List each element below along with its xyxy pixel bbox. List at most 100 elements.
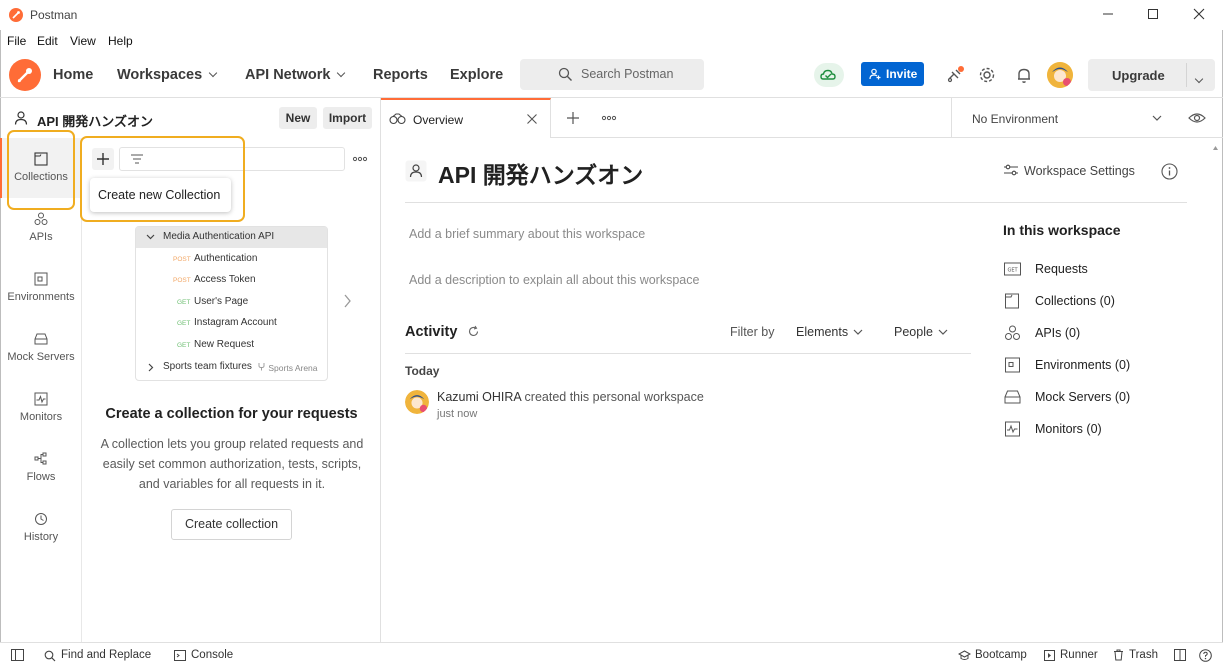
- description-field[interactable]: Add a description to explain all about t…: [409, 273, 699, 287]
- runner-button[interactable]: Runner: [1060, 649, 1098, 661]
- empty-state-title: Create a collection for your requests: [105, 406, 358, 422]
- illustration-request-row: GET Instagram Account: [136, 313, 327, 334]
- illustration-folder-name: Sports team fixtures: [163, 361, 252, 372]
- maximize-button[interactable]: [1130, 4, 1176, 26]
- elements-filter-dropdown[interactable]: Elements: [796, 325, 863, 339]
- notification-bell-icon[interactable]: [1014, 65, 1034, 85]
- menu-help[interactable]: Help: [108, 34, 133, 48]
- method-badge: POST: [173, 256, 191, 263]
- environment-selector[interactable]: No Environment: [951, 98, 1171, 138]
- sidebar-item-history[interactable]: History: [0, 512, 82, 543]
- nav-home[interactable]: Home: [53, 67, 93, 83]
- create-collection-button[interactable]: Create collection: [171, 509, 292, 540]
- folder-badge-label: Sports Arena: [268, 363, 318, 373]
- two-pane-view-icon[interactable]: [1174, 649, 1186, 661]
- console-button[interactable]: Console: [191, 649, 233, 661]
- add-user-icon: [869, 68, 881, 80]
- sidebar-label-environments: Environments: [7, 291, 75, 303]
- info-icon[interactable]: [1161, 163, 1178, 180]
- tab-overview[interactable]: Overview: [381, 98, 551, 138]
- collection-icon: [1005, 293, 1019, 309]
- sidebar-label-history: History: [23, 531, 59, 543]
- activity-time: just now: [437, 408, 478, 420]
- user-icon: [14, 111, 28, 125]
- sidebar-item-monitors[interactable]: Monitors: [0, 392, 82, 423]
- illustration-request-row: GET User's Page: [136, 292, 327, 313]
- request-icon: GET: [1004, 262, 1021, 276]
- runner-icon: [1044, 650, 1055, 661]
- search-bar[interactable]: Search Postman: [520, 59, 704, 90]
- vertical-scrollbar[interactable]: [1212, 140, 1219, 640]
- nav-explore[interactable]: Explore: [450, 67, 503, 83]
- close-tab-icon[interactable]: [526, 113, 538, 125]
- help-icon[interactable]: [1199, 649, 1212, 662]
- summary-field[interactable]: Add a brief summary about this workspace: [409, 227, 645, 241]
- trash-button[interactable]: Trash: [1129, 649, 1158, 661]
- chevron-right-icon: [148, 363, 154, 372]
- nav-workspaces-label: Workspaces: [117, 67, 203, 83]
- empty-state-description: A collection lets you group related requ…: [100, 437, 364, 491]
- new-button[interactable]: New: [279, 107, 317, 129]
- upgrade-chevron-down-icon[interactable]: [1194, 74, 1204, 84]
- bootcamp-icon: [958, 650, 971, 660]
- tab-overview-label: Overview: [413, 113, 464, 127]
- upgrade-button[interactable]: Upgrade: [1088, 59, 1215, 91]
- user-avatar[interactable]: [1047, 62, 1073, 88]
- tab-more-options-icon[interactable]: [601, 114, 617, 122]
- in-workspace-heading: In this workspace: [1003, 222, 1121, 238]
- toggle-sidebar-icon[interactable]: [11, 649, 24, 661]
- workspace-item-label: Environments (0): [1035, 358, 1131, 372]
- environment-quick-look-eye-icon[interactable]: [1188, 111, 1206, 125]
- invite-button[interactable]: Invite: [861, 62, 924, 86]
- workspace-item-label: APIs (0): [1035, 326, 1081, 340]
- menu-edit[interactable]: Edit: [37, 34, 58, 48]
- illustration-folder-row: Sports team fixtures Sports Arena: [136, 357, 327, 378]
- minimize-button[interactable]: [1085, 4, 1131, 26]
- new-tab-plus-icon[interactable]: [566, 111, 580, 125]
- sidebar-item-mock-servers[interactable]: Mock Servers: [0, 332, 82, 363]
- sidebar-item-environments[interactable]: Environments: [0, 272, 82, 303]
- workspace-item-label: Monitors (0): [1035, 422, 1102, 436]
- people-filter-dropdown[interactable]: People: [894, 325, 948, 339]
- settings-gear-icon[interactable]: [977, 65, 997, 85]
- illustration-collection-row: Media Authentication API: [136, 227, 327, 248]
- search-icon: [558, 67, 572, 81]
- illustration-request-row: POST Authentication: [136, 249, 327, 270]
- highlight-new-collection: [80, 136, 245, 222]
- request-name: Authentication: [194, 253, 258, 264]
- nav-reports[interactable]: Reports: [373, 67, 428, 83]
- workspace-name[interactable]: API 開発ハンズオン: [37, 111, 153, 130]
- bootcamp-button[interactable]: Bootcamp: [975, 649, 1027, 661]
- workspace-overview-icon: [389, 113, 406, 125]
- workspace-title[interactable]: API 開発ハンズオン: [438, 156, 643, 190]
- search-placeholder: Search Postman: [581, 67, 674, 81]
- activity-heading: Activity: [405, 324, 458, 340]
- nav-workspaces[interactable]: Workspaces: [117, 67, 218, 83]
- chevron-right-icon[interactable]: [343, 294, 352, 308]
- activity-user[interactable]: Kazumi OHIRA: [437, 390, 521, 404]
- workspace-user-icon: [405, 160, 427, 182]
- sidebar-item-apis[interactable]: APIs: [0, 212, 82, 243]
- method-badge: GET: [177, 320, 191, 327]
- sidebar-item-flows[interactable]: Flows: [0, 452, 82, 483]
- workspace-settings-button[interactable]: Workspace Settings: [1003, 163, 1135, 178]
- chevron-down-icon: [853, 329, 863, 335]
- sidebar-label-monitors: Monitors: [19, 411, 63, 423]
- import-button[interactable]: Import: [323, 107, 372, 129]
- close-window-button[interactable]: [1176, 4, 1222, 26]
- title-bar: Postman: [0, 0, 1223, 30]
- nav-api-network[interactable]: API Network: [245, 67, 346, 83]
- sync-status-icon[interactable]: [814, 63, 844, 87]
- postman-logo-icon[interactable]: [9, 59, 41, 91]
- mock-server-icon: [1004, 390, 1021, 404]
- satellite-icon[interactable]: [943, 63, 967, 87]
- more-options-icon[interactable]: [352, 152, 368, 166]
- header-divider: [405, 202, 1187, 203]
- refresh-icon[interactable]: [467, 325, 480, 338]
- activity-divider: [405, 353, 971, 354]
- menu-file[interactable]: File: [7, 34, 26, 48]
- monitor-icon: [34, 392, 48, 406]
- menu-view[interactable]: View: [70, 34, 96, 48]
- find-replace-button[interactable]: Find and Replace: [61, 649, 151, 661]
- trash-icon: [1114, 649, 1123, 661]
